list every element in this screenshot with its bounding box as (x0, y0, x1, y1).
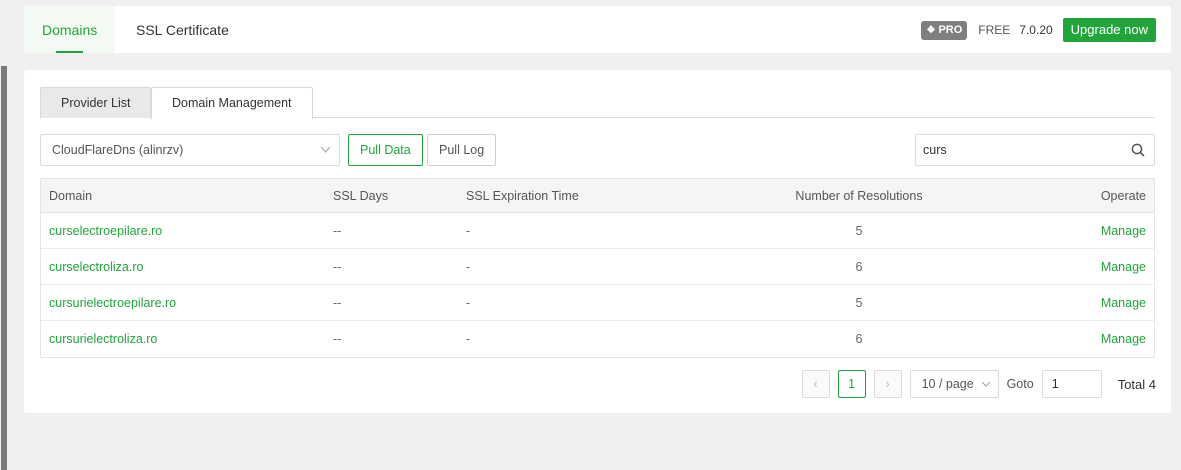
search-input[interactable] (916, 135, 1116, 165)
header-ssl-expiration: SSL Expiration Time (466, 189, 579, 203)
prev-page-button[interactable]: ‹ (801, 370, 830, 398)
table-row: curselectroliza.ro -- - 6 Manage (41, 249, 1154, 285)
page-number-button[interactable]: 1 (837, 370, 866, 398)
chevron-down-icon (320, 135, 331, 178)
manage-link[interactable]: Manage (1101, 285, 1146, 321)
sub-tabs: Provider List Domain Management (40, 87, 1155, 119)
manage-link[interactable]: Manage (1101, 249, 1146, 285)
resolutions-count: 5 (855, 224, 863, 238)
header-resolutions-label: Number of Resolutions (795, 189, 923, 203)
toolbar: CloudFlareDns (alinrzv) Pull Data Pull L… (40, 134, 1155, 166)
main-card: Provider List Domain Management CloudFla… (24, 70, 1171, 413)
page-size-value: 10 / page (921, 377, 974, 391)
table-row: curselectroepilare.ro -- - 5 Manage (41, 213, 1154, 249)
domain-search (915, 134, 1155, 166)
pro-badge-label: PRO (938, 24, 963, 36)
top-nav-bar: Domains SSL Certificate ❖ PRO FREE 7.0.2… (24, 6, 1171, 53)
page-scrollbar[interactable] (0, 0, 8, 470)
total-count: Total 4 (1117, 376, 1156, 392)
domain-link[interactable]: cursurielectroepilare.ro (49, 285, 176, 321)
pull-log-button[interactable]: Pull Log (427, 134, 497, 166)
manage-link[interactable]: Manage (1101, 321, 1146, 357)
pull-data-button[interactable]: Pull Data (348, 134, 423, 166)
chevron-down-icon (981, 371, 991, 408)
header-domain: Domain (49, 189, 93, 203)
table-row: cursurielectroliza.ro -- - 6 Manage (41, 321, 1154, 357)
plan-info: ❖ PRO FREE 7.0.20 Upgrade now (921, 18, 1156, 42)
upgrade-button[interactable]: Upgrade now (1062, 18, 1156, 42)
scrollbar-thumb[interactable] (1, 66, 7, 470)
resolutions-count: 5 (855, 296, 863, 310)
tab-ssl-certificate[interactable]: SSL Certificate (118, 6, 247, 53)
active-tab-indicator (55, 51, 84, 53)
domain-link[interactable]: cursurielectroliza.ro (49, 321, 157, 357)
header-ssl-days: SSL Days (333, 189, 389, 203)
tab-domains-label: Domains (42, 22, 98, 38)
tab-domain-management[interactable]: Domain Management (151, 87, 313, 119)
tab-domains[interactable]: Domains (24, 6, 116, 53)
tab-ssl-certificate-label: SSL Certificate (136, 22, 229, 38)
ssl-days-value: -- (333, 224, 342, 238)
header-operate: Operate (1100, 189, 1146, 203)
ssl-days-value: -- (333, 296, 342, 310)
goto-label: Goto (1006, 377, 1034, 391)
domain-table: Domain SSL Days SSL Expiration Time Numb… (40, 178, 1155, 358)
ssl-days-value: -- (333, 260, 342, 274)
version-label: 7.0.20 (1019, 23, 1053, 37)
ssl-expiration-value: - (466, 332, 471, 346)
provider-select[interactable]: CloudFlareDns (alinrzv) (40, 134, 340, 166)
ssl-expiration-value: - (466, 224, 471, 238)
provider-select-value: CloudFlareDns (alinrzv) (52, 143, 184, 157)
manage-link[interactable]: Manage (1101, 213, 1146, 249)
table-header: Domain SSL Days SSL Expiration Time Numb… (41, 179, 1154, 213)
ssl-expiration-value: - (466, 260, 471, 274)
domain-link[interactable]: curselectroliza.ro (49, 249, 143, 285)
diamond-icon: ❖ (926, 24, 936, 36)
ssl-expiration-value: - (466, 296, 471, 310)
pro-badge: ❖ PRO (921, 20, 968, 40)
domain-link[interactable]: curselectroepilare.ro (49, 213, 162, 249)
plan-label: FREE (978, 23, 1011, 37)
page-size-select[interactable]: 10 / page (909, 370, 999, 398)
ssl-days-value: -- (333, 332, 342, 346)
tab-provider-list[interactable]: Provider List (40, 87, 152, 118)
pagination: ‹ 1 › 10 / page Goto Total 4 (801, 370, 1156, 398)
goto-input[interactable] (1041, 370, 1102, 398)
resolutions-count: 6 (855, 332, 863, 346)
resolutions-count: 6 (855, 260, 863, 274)
table-row: cursurielectroepilare.ro -- - 5 Manage (41, 285, 1154, 321)
search-icon[interactable] (1131, 143, 1145, 157)
next-page-button[interactable]: › (873, 370, 902, 398)
